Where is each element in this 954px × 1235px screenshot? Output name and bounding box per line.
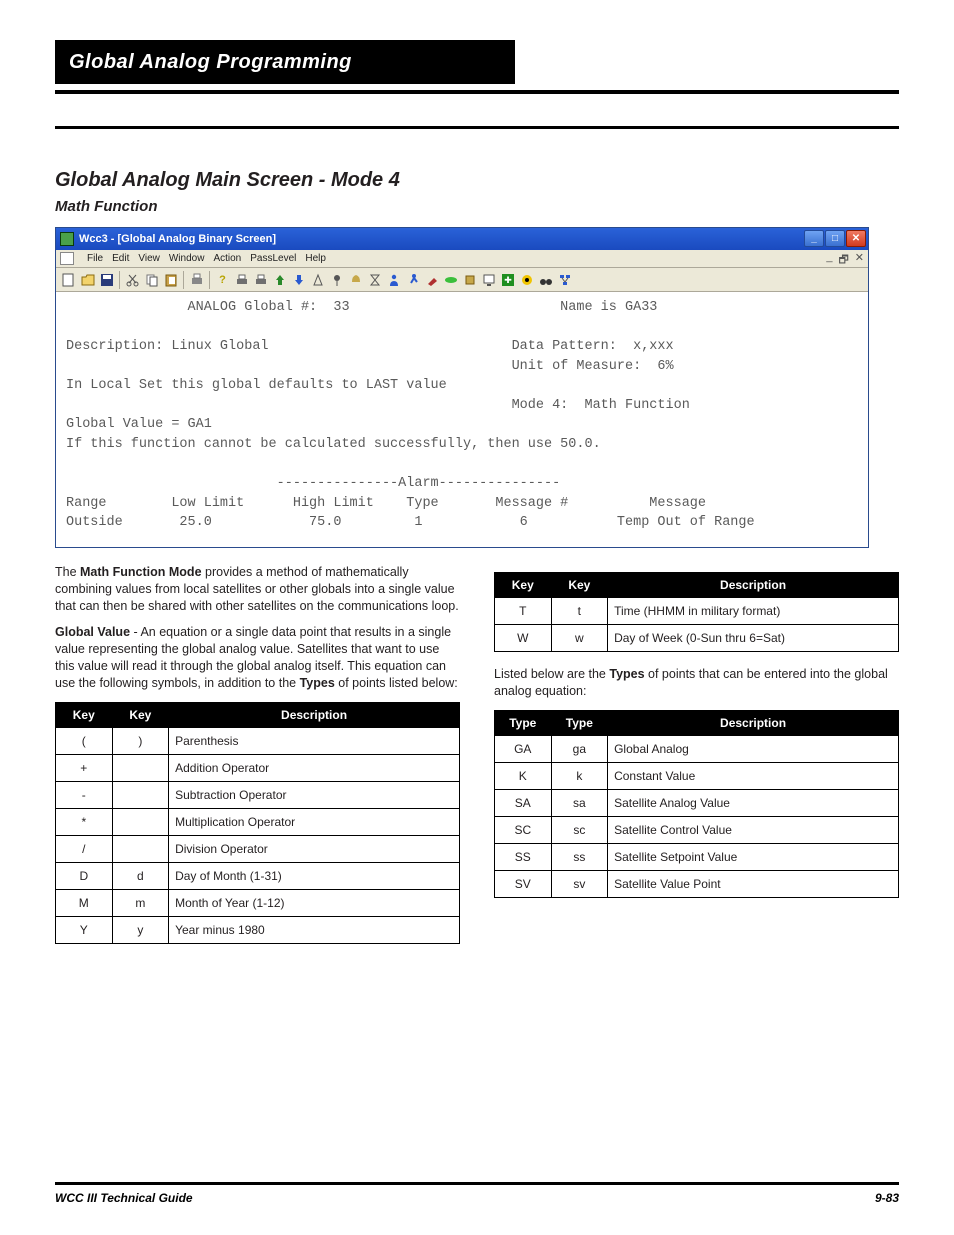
printer1-icon[interactable] — [233, 271, 250, 288]
page-header-text: Global Analog Programming — [69, 51, 352, 74]
left-column: The Math Function Mode provides a method… — [55, 564, 460, 958]
table-row: GAgaGlobal Analog — [495, 735, 899, 762]
person-run-icon[interactable] — [404, 271, 421, 288]
menu-edit[interactable]: Edit — [112, 253, 129, 264]
table-row: KkConstant Value — [495, 762, 899, 789]
line-local: In Local Set this global defaults to LAS… — [66, 378, 447, 393]
mdi-icon — [60, 252, 74, 265]
hand-green-icon[interactable] — [271, 271, 288, 288]
line-cols: Range Low Limit High Limit Type Message … — [66, 496, 706, 511]
flashlight-icon[interactable] — [309, 271, 326, 288]
table-row: -Subtraction Operator — [56, 781, 460, 808]
copy-icon[interactable] — [143, 271, 160, 288]
menu-window[interactable]: Window — [169, 253, 205, 264]
printer2-icon[interactable] — [252, 271, 269, 288]
right-paragraph-1: Listed below are the Types of points tha… — [494, 666, 899, 700]
menu-help[interactable]: Help — [305, 253, 326, 264]
footer-left: WCC III Technical Guide — [55, 1191, 193, 1205]
section-subtitle: Math Function — [55, 198, 899, 215]
bell-icon[interactable] — [347, 271, 364, 288]
title-bar: Wcc3 - [Global Analog Binary Screen] _ □… — [56, 228, 868, 250]
table-row: SAsaSatellite Analog Value — [495, 789, 899, 816]
left-paragraph-2: Global Value - An equation or a single d… — [55, 624, 460, 692]
app-window: Wcc3 - [Global Analog Binary Screen] _ □… — [55, 227, 869, 548]
help-icon[interactable]: ? — [214, 271, 231, 288]
table-row: TtTime (HHMM in military format) — [495, 597, 899, 624]
push-pin-icon[interactable] — [328, 271, 345, 288]
table-row: DdDay of Month (1-31) — [56, 862, 460, 889]
menu-view[interactable]: View — [138, 253, 160, 264]
menu-file[interactable]: File — [87, 253, 103, 264]
save-icon[interactable] — [98, 271, 115, 288]
table-row: SCscSatellite Control Value — [495, 816, 899, 843]
cut-icon[interactable] — [124, 271, 141, 288]
rule-thin — [55, 126, 899, 129]
footer-right: 9-83 — [875, 1191, 899, 1205]
menu-passlevel[interactable]: PassLevel — [250, 253, 296, 264]
right-type-table: Type Type Description GAgaGlobal Analog … — [494, 710, 899, 898]
menu-action[interactable]: Action — [213, 253, 241, 264]
network-icon[interactable] — [556, 271, 573, 288]
footer-rule — [55, 1182, 899, 1185]
disk-green-icon[interactable] — [442, 271, 459, 288]
hourglass-icon[interactable] — [366, 271, 383, 288]
maximize-button[interactable]: □ — [825, 230, 845, 247]
line-vals: Outside 25.0 75.0 1 6 Temp Out of Range — [66, 515, 755, 530]
mdi-close-button[interactable]: ✕ — [855, 251, 864, 270]
table-row: YyYear minus 1980 — [56, 916, 460, 943]
right-small-table: Key Key Description TtTime (HHMM in mili… — [494, 572, 899, 652]
app-icon — [60, 232, 74, 246]
table-row: SSssSatellite Setpoint Value — [495, 843, 899, 870]
table-row: MmMonth of Year (1-12) — [56, 889, 460, 916]
binoculars-icon[interactable] — [537, 271, 554, 288]
green-square-icon[interactable]: ✚ — [499, 271, 516, 288]
window-title: Wcc3 - [Global Analog Binary Screen] — [79, 233, 276, 245]
wrench-icon[interactable] — [423, 271, 440, 288]
table-row: *Multiplication Operator — [56, 808, 460, 835]
table-row: SVsvSatellite Value Point — [495, 870, 899, 897]
svg-text:✚: ✚ — [504, 275, 512, 285]
mdi-restore-button[interactable]: 🗗 — [838, 251, 848, 270]
section-title: Global Analog Main Screen - Mode 4 — [55, 169, 899, 192]
left-paragraph-1: The Math Function Mode provides a method… — [55, 564, 460, 615]
line-uom: Unit of Measure: 6% — [66, 359, 674, 374]
line-mode: Mode 4: Math Function — [66, 398, 690, 413]
right-column: Key Key Description TtTime (HHMM in mili… — [494, 564, 899, 958]
table-row: ()Parenthesis — [56, 727, 460, 754]
th-key2: Key — [112, 702, 169, 727]
line-fail: If this function cannot be calculated su… — [66, 437, 601, 452]
open-icon[interactable] — [79, 271, 96, 288]
table-row: +Addition Operator — [56, 754, 460, 781]
line-analog: ANALOG Global #: 33 Name is GA33 — [66, 300, 657, 315]
left-key-table: Key Key Description ()Parenthesis +Addit… — [55, 702, 460, 944]
mdi-minimize-button[interactable]: _ — [826, 251, 832, 270]
monitor-icon[interactable] — [480, 271, 497, 288]
close-button[interactable]: ✕ — [846, 230, 866, 247]
minimize-button[interactable]: _ — [804, 230, 824, 247]
line-alarm-h: ---------------Alarm--------------- — [66, 476, 560, 491]
print-icon[interactable] — [188, 271, 205, 288]
page-header-bar: Global Analog Programming — [55, 40, 515, 84]
table-row: /Division Operator — [56, 835, 460, 862]
toolbar: ? ✚ — [56, 268, 868, 292]
page-footer: WCC III Technical Guide 9-83 — [55, 1182, 899, 1205]
chip-icon[interactable] — [461, 271, 478, 288]
menu-bar: File Edit View Window Action PassLevel H… — [56, 250, 868, 268]
paste-icon[interactable] — [162, 271, 179, 288]
new-icon[interactable] — [60, 271, 77, 288]
th-key1: Key — [56, 702, 113, 727]
rule-thick — [55, 90, 899, 94]
person-icon[interactable] — [385, 271, 402, 288]
yellow-dot-icon[interactable] — [518, 271, 535, 288]
th-desc: Description — [169, 702, 460, 727]
line-desc: Description: Linux Global Data Pattern: … — [66, 339, 674, 354]
screen-content: ANALOG Global #: 33 Name is GA33 Descrip… — [56, 292, 868, 547]
line-gval: Global Value = GA1 — [66, 417, 212, 432]
hand-blue-icon[interactable] — [290, 271, 307, 288]
table-row: WwDay of Week (0-Sun thru 6=Sat) — [495, 624, 899, 651]
